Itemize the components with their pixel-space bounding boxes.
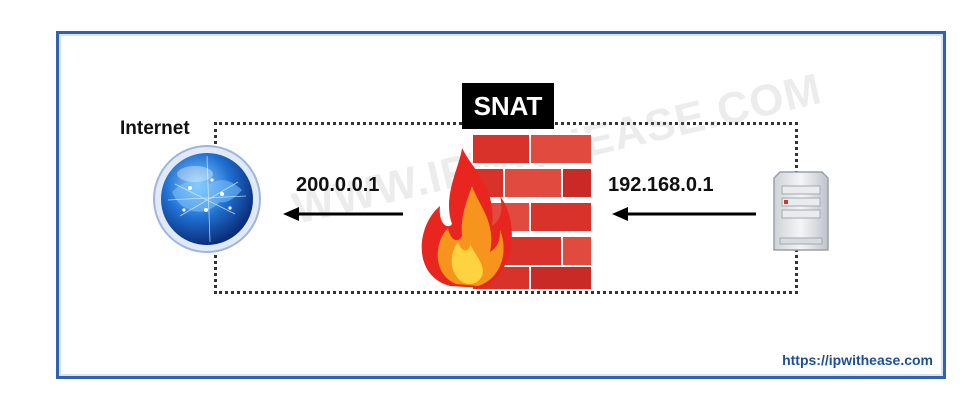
- server-icon: [773, 171, 829, 251]
- snat-title: SNAT: [462, 83, 554, 129]
- left-arrow: [283, 207, 403, 221]
- public-ip-label: 200.0.0.1: [296, 174, 380, 196]
- globe-icon: [153, 145, 261, 253]
- private-ip-label: 192.168.0.1: [608, 174, 714, 196]
- internet-label: Internet: [116, 118, 194, 140]
- source-url: https://ipwithease.com: [782, 352, 933, 368]
- firewall-icon: [421, 133, 593, 291]
- right-arrow: [612, 207, 756, 221]
